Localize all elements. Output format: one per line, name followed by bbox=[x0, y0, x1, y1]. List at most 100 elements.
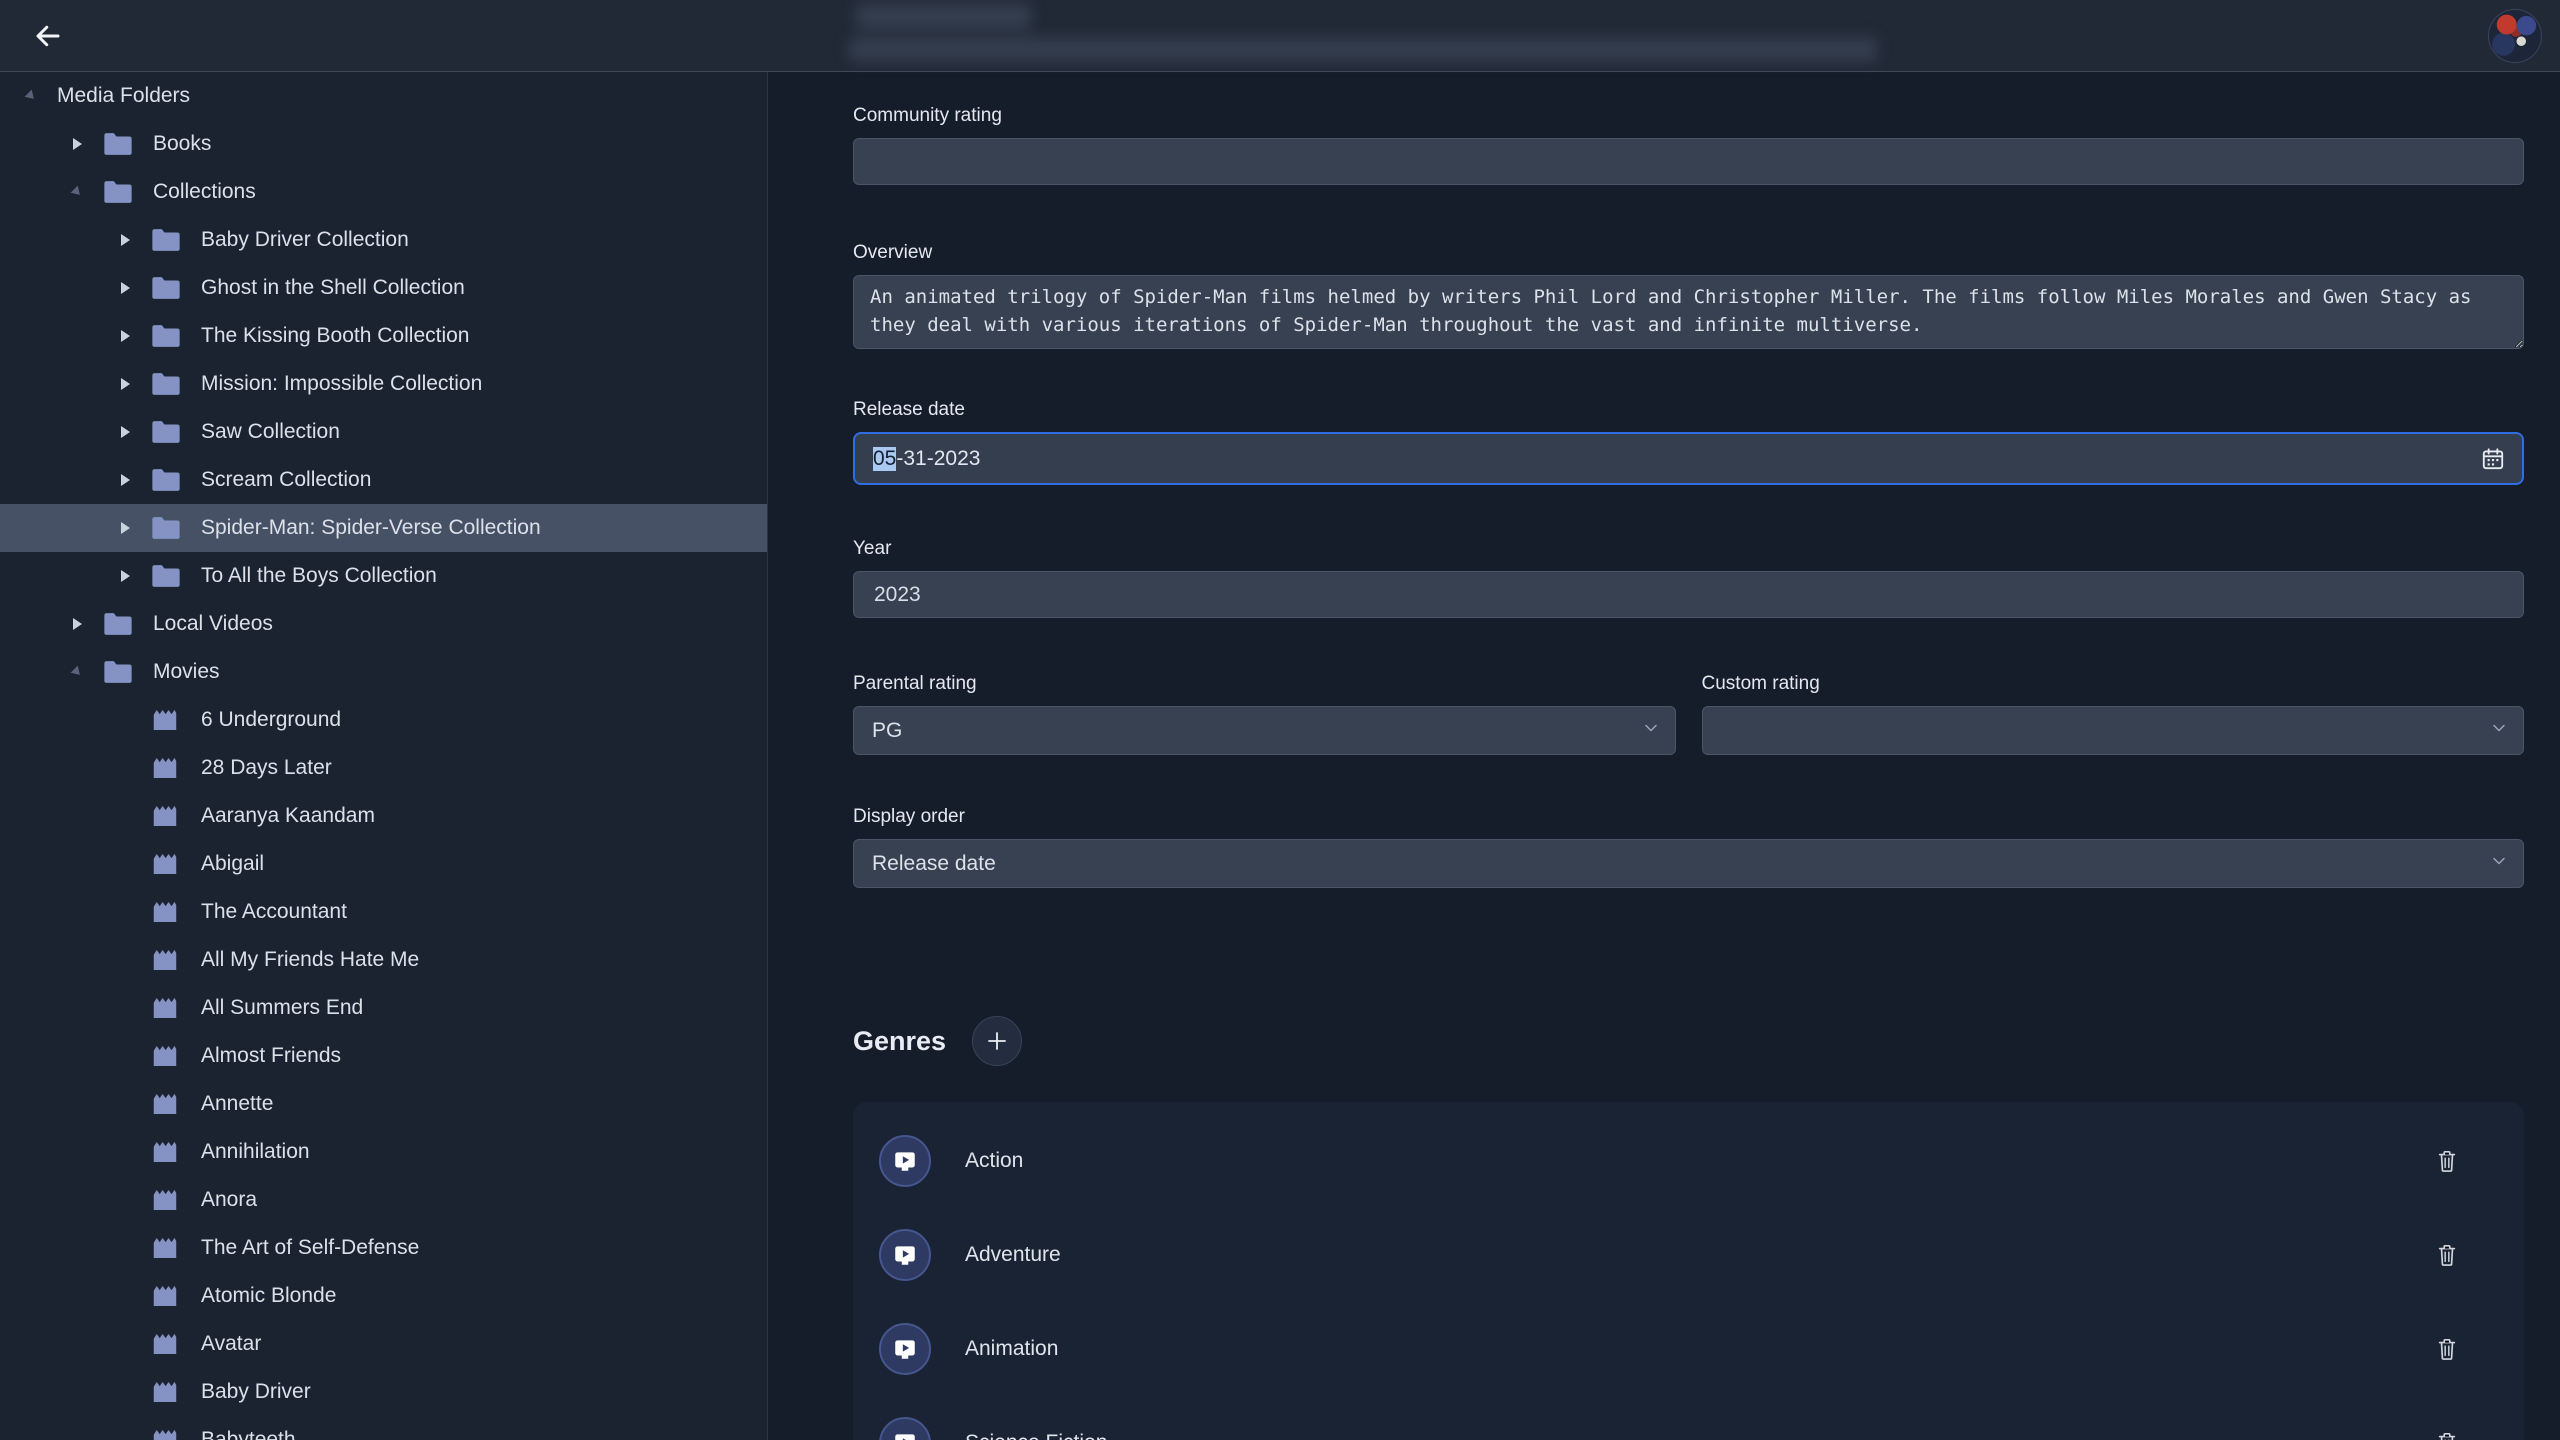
community-rating-input[interactable] bbox=[853, 138, 2524, 185]
trash-icon bbox=[2436, 1431, 2458, 1440]
add-genre-button[interactable] bbox=[972, 1016, 1022, 1066]
blurred-item-title bbox=[856, 3, 1031, 30]
expand-caret-icon[interactable] bbox=[116, 327, 134, 345]
tree-item-abigail[interactable]: Abigail bbox=[0, 840, 767, 888]
parental-rating-label: Parental rating bbox=[853, 672, 1676, 696]
tree-item-to-all-the-boys-collection[interactable]: To All the Boys Collection bbox=[0, 552, 767, 600]
genre-row-action: Action bbox=[879, 1114, 2498, 1208]
delete-genre-button[interactable] bbox=[2436, 1243, 2458, 1267]
media-folder-tree: Media FoldersBooksCollectionsBaby Driver… bbox=[0, 72, 768, 1440]
tree-item-babyteeth[interactable]: Babyteeth bbox=[0, 1416, 767, 1440]
user-avatar[interactable] bbox=[2488, 9, 2542, 63]
caret-spacer bbox=[116, 807, 134, 825]
genre-name: Adventure bbox=[965, 1243, 2436, 1267]
tree-item-all-summers-end[interactable]: All Summers End bbox=[0, 984, 767, 1032]
tree-item-label: Saw Collection bbox=[201, 420, 340, 444]
trash-icon bbox=[2436, 1337, 2458, 1361]
date-rest-segment: -31-2023 bbox=[896, 447, 980, 471]
movie-icon bbox=[150, 898, 182, 926]
back-button[interactable] bbox=[26, 14, 70, 58]
folder-icon bbox=[102, 610, 134, 638]
tree-item-label: 6 Underground bbox=[201, 708, 341, 732]
year-label: Year bbox=[853, 537, 2524, 561]
tree-item-media-folders[interactable]: Media Folders bbox=[0, 72, 767, 120]
release-date-input[interactable]: 05-31-2023 bbox=[853, 432, 2524, 485]
tree-item-avatar[interactable]: Avatar bbox=[0, 1320, 767, 1368]
tree-item-spider-man-spider-verse-collection[interactable]: Spider-Man: Spider-Verse Collection bbox=[0, 504, 767, 552]
display-order-label: Display order bbox=[853, 805, 2524, 829]
expand-caret-icon[interactable] bbox=[116, 279, 134, 297]
year-input[interactable] bbox=[853, 571, 2524, 618]
genre-name: Science Fiction bbox=[965, 1431, 2436, 1440]
parental-rating-select[interactable]: PG bbox=[853, 706, 1676, 755]
delete-genre-button[interactable] bbox=[2436, 1337, 2458, 1361]
delete-genre-button[interactable] bbox=[2436, 1431, 2458, 1440]
custom-rating-select[interactable] bbox=[1702, 706, 2525, 755]
movie-icon bbox=[150, 994, 182, 1022]
tree-item-ghost-in-the-shell-collection[interactable]: Ghost in the Shell Collection bbox=[0, 264, 767, 312]
caret-spacer bbox=[116, 1335, 134, 1353]
overview-textarea[interactable]: An animated trilogy of Spider-Man films … bbox=[853, 275, 2524, 349]
tree-item-the-accountant[interactable]: The Accountant bbox=[0, 888, 767, 936]
tree-item-almost-friends[interactable]: Almost Friends bbox=[0, 1032, 767, 1080]
tree-item-label: Aaranya Kaandam bbox=[201, 804, 375, 828]
tree-item-atomic-blonde[interactable]: Atomic Blonde bbox=[0, 1272, 767, 1320]
tree-item-label: The Accountant bbox=[201, 900, 347, 924]
expand-caret-icon[interactable] bbox=[116, 231, 134, 249]
tree-item-label: Atomic Blonde bbox=[201, 1284, 336, 1308]
collapse-caret-icon[interactable] bbox=[22, 87, 40, 105]
tree-item-anora[interactable]: Anora bbox=[0, 1176, 767, 1224]
genre-name: Animation bbox=[965, 1337, 2436, 1361]
caret-spacer bbox=[116, 1143, 134, 1161]
tree-item-6-underground[interactable]: 6 Underground bbox=[0, 696, 767, 744]
expand-caret-icon[interactable] bbox=[116, 471, 134, 489]
caret-spacer bbox=[116, 1287, 134, 1305]
caret-spacer bbox=[116, 1239, 134, 1257]
tree-item-all-my-friends-hate-me[interactable]: All My Friends Hate Me bbox=[0, 936, 767, 984]
tree-item-label: Baby Driver bbox=[201, 1380, 311, 1404]
expand-caret-icon[interactable] bbox=[116, 519, 134, 537]
expand-caret-icon[interactable] bbox=[116, 567, 134, 585]
tree-item-collections[interactable]: Collections bbox=[0, 168, 767, 216]
calendar-icon[interactable] bbox=[2480, 446, 2506, 472]
genre-list: Action Adventure bbox=[853, 1102, 2524, 1440]
tree-item-annihilation[interactable]: Annihilation bbox=[0, 1128, 767, 1176]
collapse-caret-icon[interactable] bbox=[68, 183, 86, 201]
tree-item-books[interactable]: Books bbox=[0, 120, 767, 168]
tree-item-annette[interactable]: Annette bbox=[0, 1080, 767, 1128]
community-rating-group: Community rating bbox=[853, 104, 2524, 185]
tree-item-local-videos[interactable]: Local Videos bbox=[0, 600, 767, 648]
tree-item-saw-collection[interactable]: Saw Collection bbox=[0, 408, 767, 456]
expand-caret-icon[interactable] bbox=[68, 615, 86, 633]
tree-item-aaranya-kaandam[interactable]: Aaranya Kaandam bbox=[0, 792, 767, 840]
tree-item-scream-collection[interactable]: Scream Collection bbox=[0, 456, 767, 504]
display-order-value: Release date bbox=[872, 852, 996, 876]
tree-item-28-days-later[interactable]: 28 Days Later bbox=[0, 744, 767, 792]
genre-row-adventure: Adventure bbox=[879, 1208, 2498, 1302]
tree-item-baby-driver-collection[interactable]: Baby Driver Collection bbox=[0, 216, 767, 264]
tree-item-label: 28 Days Later bbox=[201, 756, 332, 780]
collapse-caret-icon[interactable] bbox=[68, 663, 86, 681]
chevron-down-icon bbox=[1641, 718, 1661, 744]
delete-genre-button[interactable] bbox=[2436, 1149, 2458, 1173]
genres-title: Genres bbox=[853, 1026, 946, 1057]
expand-caret-icon[interactable] bbox=[68, 135, 86, 153]
folder-icon bbox=[150, 370, 182, 398]
release-date-label: Release date bbox=[853, 398, 2524, 422]
tree-item-label: Local Videos bbox=[153, 612, 273, 636]
genre-media-icon bbox=[879, 1417, 931, 1440]
tree-item-movies[interactable]: Movies bbox=[0, 648, 767, 696]
genre-row-science-fiction: Science Fiction bbox=[879, 1396, 2498, 1440]
expand-caret-icon[interactable] bbox=[116, 375, 134, 393]
tree-item-the-kissing-booth-collection[interactable]: The Kissing Booth Collection bbox=[0, 312, 767, 360]
display-order-select[interactable]: Release date bbox=[853, 839, 2524, 888]
tree-item-label: Movies bbox=[153, 660, 220, 684]
plus-icon bbox=[985, 1029, 1009, 1053]
folder-icon bbox=[150, 322, 182, 350]
tree-item-mission-impossible-collection[interactable]: Mission: Impossible Collection bbox=[0, 360, 767, 408]
tree-item-label: Anora bbox=[201, 1188, 257, 1212]
movie-icon bbox=[150, 946, 182, 974]
expand-caret-icon[interactable] bbox=[116, 423, 134, 441]
tree-item-baby-driver[interactable]: Baby Driver bbox=[0, 1368, 767, 1416]
tree-item-the-art-of-self-defense[interactable]: The Art of Self-Defense bbox=[0, 1224, 767, 1272]
